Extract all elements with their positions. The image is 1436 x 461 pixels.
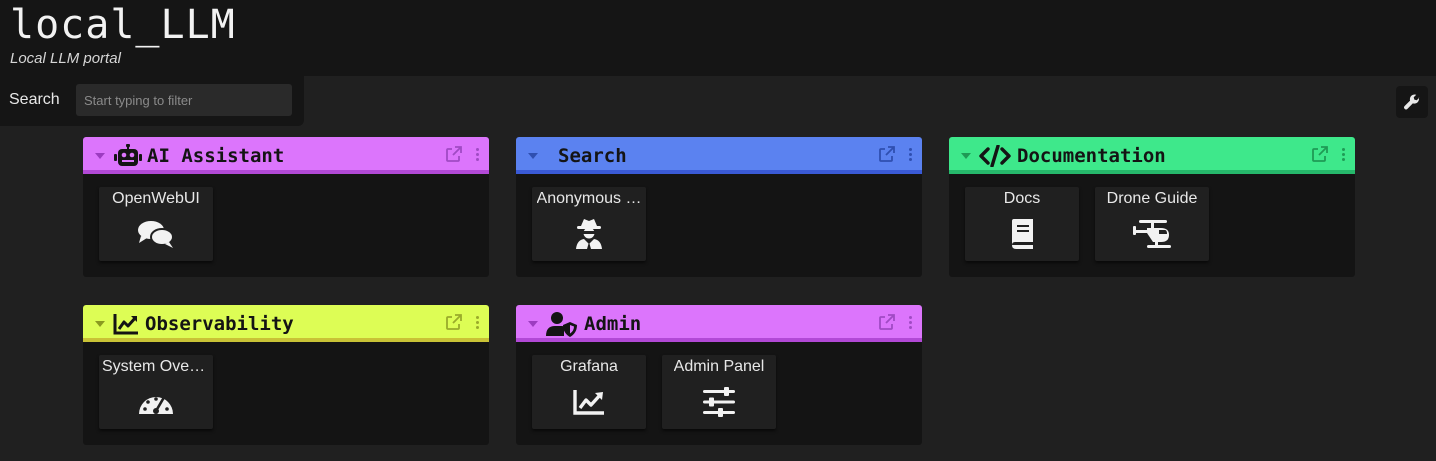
page-subtitle: Local LLM portal [10, 50, 121, 67]
collapse-caret-icon[interactable] [961, 152, 971, 159]
collapse-caret-icon[interactable] [95, 320, 105, 327]
user-secret-icon [574, 218, 604, 250]
collapse-caret-icon[interactable] [528, 320, 538, 327]
page-title: local_LLM [10, 2, 236, 48]
open-external-icon[interactable] [446, 146, 462, 162]
helicopter-icon [1131, 218, 1173, 250]
app-tile-admin-panel[interactable]: Admin Panel [662, 355, 776, 429]
app-tile-label: Grafana [560, 358, 618, 375]
section-title: Documentation [1017, 144, 1166, 167]
book-icon [1009, 218, 1035, 250]
search-label: Search [9, 91, 60, 108]
section-admin: Admin Grafana Admin Panel [516, 305, 922, 445]
collapse-caret-icon[interactable] [95, 152, 105, 159]
user-shield-icon [546, 311, 580, 337]
chart-line-icon [113, 311, 141, 337]
section-header: Documentation [949, 137, 1355, 174]
app-tile-label: Drone Guide [1106, 190, 1198, 207]
app-tile-label: System Over… [102, 358, 210, 375]
sliders-icon [702, 386, 736, 418]
chart-line-icon [572, 386, 606, 418]
app-tile-label: Anonymous … [536, 190, 642, 207]
section-title: AI Assistant [147, 144, 285, 167]
app-tile-anonymous[interactable]: Anonymous … [532, 187, 646, 261]
more-options-icon[interactable] [909, 147, 912, 161]
more-options-icon[interactable] [476, 147, 479, 161]
app-tile-label: Docs [1003, 190, 1041, 207]
app-tile-system-overview[interactable]: System Over… [99, 355, 213, 429]
section-header: AI Assistant [83, 137, 489, 174]
app-tile-openwebui[interactable]: OpenWebUI [99, 187, 213, 261]
section-title: Search [558, 144, 627, 167]
section-header: Search [516, 137, 922, 174]
more-options-icon[interactable] [1342, 147, 1345, 161]
search-input[interactable] [76, 84, 292, 116]
section-search: Search Anonymous … [516, 137, 922, 277]
search-bar: Search [0, 76, 304, 126]
section-observability: Observability System Over… [83, 305, 489, 445]
open-external-icon[interactable] [879, 314, 895, 330]
app-tile-docs[interactable]: Docs [965, 187, 1079, 261]
app-tile-label: Admin Panel [673, 358, 765, 375]
settings-button[interactable] [1396, 86, 1428, 118]
comments-icon [137, 218, 175, 250]
open-external-icon[interactable] [446, 314, 462, 330]
more-options-icon[interactable] [476, 315, 479, 329]
section-title: Admin [584, 312, 642, 335]
robot-icon [113, 143, 143, 169]
app-tile-label: OpenWebUI [112, 190, 200, 207]
app-tile-grafana[interactable]: Grafana [532, 355, 646, 429]
collapse-caret-icon[interactable] [528, 152, 538, 159]
section-ai-assistant: AI Assistant OpenWebUI [83, 137, 489, 277]
open-external-icon[interactable] [1312, 146, 1328, 162]
wrench-icon [1404, 94, 1420, 110]
code-icon [979, 143, 1013, 169]
open-external-icon[interactable] [879, 146, 895, 162]
section-title: Observability [145, 312, 294, 335]
gauge-icon [137, 386, 175, 418]
app-tile-drone-guide[interactable]: Drone Guide [1095, 187, 1209, 261]
section-header: Observability [83, 305, 489, 342]
section-documentation: Documentation Docs Drone Guide [949, 137, 1355, 277]
more-options-icon[interactable] [909, 315, 912, 329]
section-header: Admin [516, 305, 922, 342]
page-header: local_LLM Local LLM portal [0, 0, 1436, 76]
